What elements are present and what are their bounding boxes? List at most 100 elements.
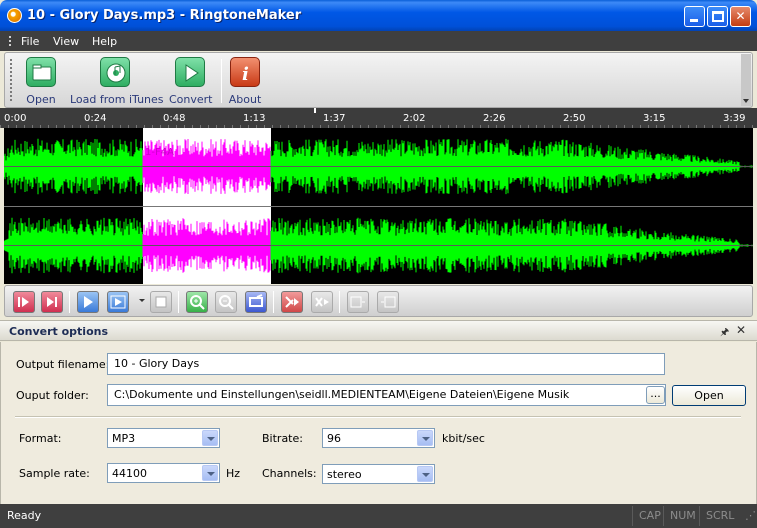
mark-end-icon — [47, 297, 57, 307]
zoom-in-icon — [190, 295, 205, 310]
play-mode-dropdown-arrow[interactable] — [139, 299, 145, 302]
scroll-lock-indicator: SCRL — [699, 506, 739, 526]
minimize-button[interactable] — [684, 6, 705, 27]
sample-rate-value: 44100 — [112, 467, 147, 480]
svg-text:i: i — [242, 64, 249, 85]
bitrate-select[interactable]: 96 — [322, 428, 435, 448]
pin-icon[interactable]: 🖈 — [720, 325, 729, 342]
output-folder-label: Ouput folder: — [16, 389, 89, 402]
overflow-arrow-icon — [743, 99, 749, 103]
play-icon — [84, 296, 93, 308]
tick-label: 3:15 — [643, 113, 666, 124]
zoom-selection-button[interactable] — [245, 291, 267, 313]
output-folder-field[interactable]: C:\Dokumente und Einstellungen\seidll.ME… — [107, 384, 666, 406]
zoom-out-icon — [219, 295, 234, 310]
channels-select[interactable]: stereo — [322, 464, 435, 484]
itunes-cd-icon — [100, 57, 130, 87]
mark-start-icon — [18, 297, 29, 307]
playhead-marker[interactable] — [314, 108, 316, 113]
right-channel-waveform — [4, 207, 753, 284]
stop-button[interactable] — [150, 291, 172, 313]
channels-value: stereo — [327, 468, 362, 481]
browse-folder-button[interactable]: ... — [646, 386, 665, 404]
caps-lock-indicator: CAP — [632, 506, 663, 526]
about-button[interactable]: i About — [227, 57, 263, 106]
bitrate-unit: kbit/sec — [442, 432, 485, 445]
convert-label: Convert — [169, 93, 213, 106]
output-filename-label: Output filename: — [16, 358, 110, 371]
fade-in-button[interactable] — [347, 291, 369, 313]
output-filename-field[interactable]: 10 - Glory Days — [107, 353, 665, 375]
menu-bar: File View Help — [0, 31, 757, 51]
close-button[interactable]: ✕ — [730, 6, 751, 27]
tick-label: 2:50 — [563, 113, 586, 124]
chevron-down-icon[interactable] — [417, 466, 433, 482]
chevron-down-icon[interactable] — [202, 465, 218, 481]
tick-label: 1:37 — [323, 113, 346, 124]
fade-out-icon — [381, 296, 396, 308]
menu-grip[interactable] — [9, 36, 11, 46]
zoom-out-button[interactable] — [215, 291, 237, 313]
info-icon: i — [230, 57, 260, 87]
format-value: MP3 — [112, 432, 136, 445]
title-bar[interactable]: 10 - Glory Days.mp3 - RingtoneMaker ✕ — [0, 0, 757, 31]
open-label: Open — [26, 93, 56, 106]
format-select[interactable]: MP3 — [107, 428, 220, 448]
zoom-in-button[interactable] — [186, 291, 208, 313]
open-folder-icon — [26, 57, 56, 87]
play-button[interactable] — [77, 291, 99, 313]
app-icon[interactable] — [7, 8, 22, 23]
convert-options-panel: Output filename: 10 - Glory Days Ouput f… — [0, 342, 757, 504]
chevron-down-icon[interactable] — [202, 430, 218, 446]
sample-rate-select[interactable]: 44100 — [107, 463, 220, 483]
window-title: 10 - Glory Days.mp3 - RingtoneMaker — [27, 8, 302, 23]
convert-options-title: Convert options — [9, 325, 108, 338]
status-text: Ready — [7, 509, 42, 522]
sample-rate-label: Sample rate: — [19, 467, 90, 480]
close-panel-icon[interactable]: ✕ — [736, 323, 746, 337]
maximize-icon — [712, 11, 724, 22]
format-label: Format: — [19, 432, 62, 445]
options-divider — [15, 416, 741, 418]
open-button[interactable]: Open — [22, 57, 60, 106]
fade-out-button[interactable] — [377, 291, 399, 313]
chevron-down-icon[interactable] — [417, 430, 433, 446]
transport-separator — [69, 291, 70, 313]
tick-label: 2:02 — [403, 113, 426, 124]
resize-grip-icon[interactable]: ⋰ — [739, 506, 757, 526]
tick-label: 1:13 — [243, 113, 266, 124]
toolbar-grip[interactable] — [10, 59, 12, 103]
menu-help[interactable]: Help — [92, 35, 117, 48]
maximize-button[interactable] — [707, 6, 728, 27]
menu-view[interactable]: View — [53, 35, 79, 48]
transport-separator — [178, 291, 179, 313]
timeline-ruler[interactable]: 0:00 0:24 0:48 1:13 1:37 2:02 2:26 2:50 … — [0, 108, 757, 128]
left-channel-waveform — [4, 128, 753, 205]
play-selection-icon — [110, 295, 126, 309]
channels-label: Channels: — [262, 467, 317, 480]
transport-separator — [273, 291, 274, 313]
selection-marker-label: 1-F4A — [145, 147, 174, 158]
menu-file[interactable]: File — [21, 35, 39, 48]
transport-separator — [339, 291, 340, 313]
play-convert-icon — [175, 57, 205, 87]
fade-in-icon — [350, 296, 365, 308]
delete-selection-button[interactable] — [311, 291, 333, 313]
main-toolbar: Open Load from iTunes Convert i About — [4, 52, 753, 108]
close-icon: ✕ — [735, 9, 746, 23]
open-folder-button[interactable]: Open — [672, 385, 746, 406]
stop-icon — [155, 296, 167, 308]
bitrate-label: Bitrate: — [262, 432, 303, 445]
set-end-button[interactable] — [41, 291, 63, 313]
set-start-button[interactable] — [13, 291, 35, 313]
convert-button[interactable]: Convert — [169, 57, 213, 106]
waveform-view[interactable]: 1-F4A — [4, 128, 753, 284]
tick-label: 0:24 — [84, 113, 107, 124]
toolbar-overflow[interactable] — [741, 54, 751, 106]
tick-label: 0:00 — [4, 113, 27, 124]
num-lock-indicator: NUM — [663, 506, 699, 526]
load-from-itunes-button[interactable]: Load from iTunes — [70, 57, 164, 106]
play-selection-button[interactable] — [107, 291, 129, 313]
cut-button[interactable] — [281, 291, 303, 313]
minimize-icon — [690, 19, 698, 22]
